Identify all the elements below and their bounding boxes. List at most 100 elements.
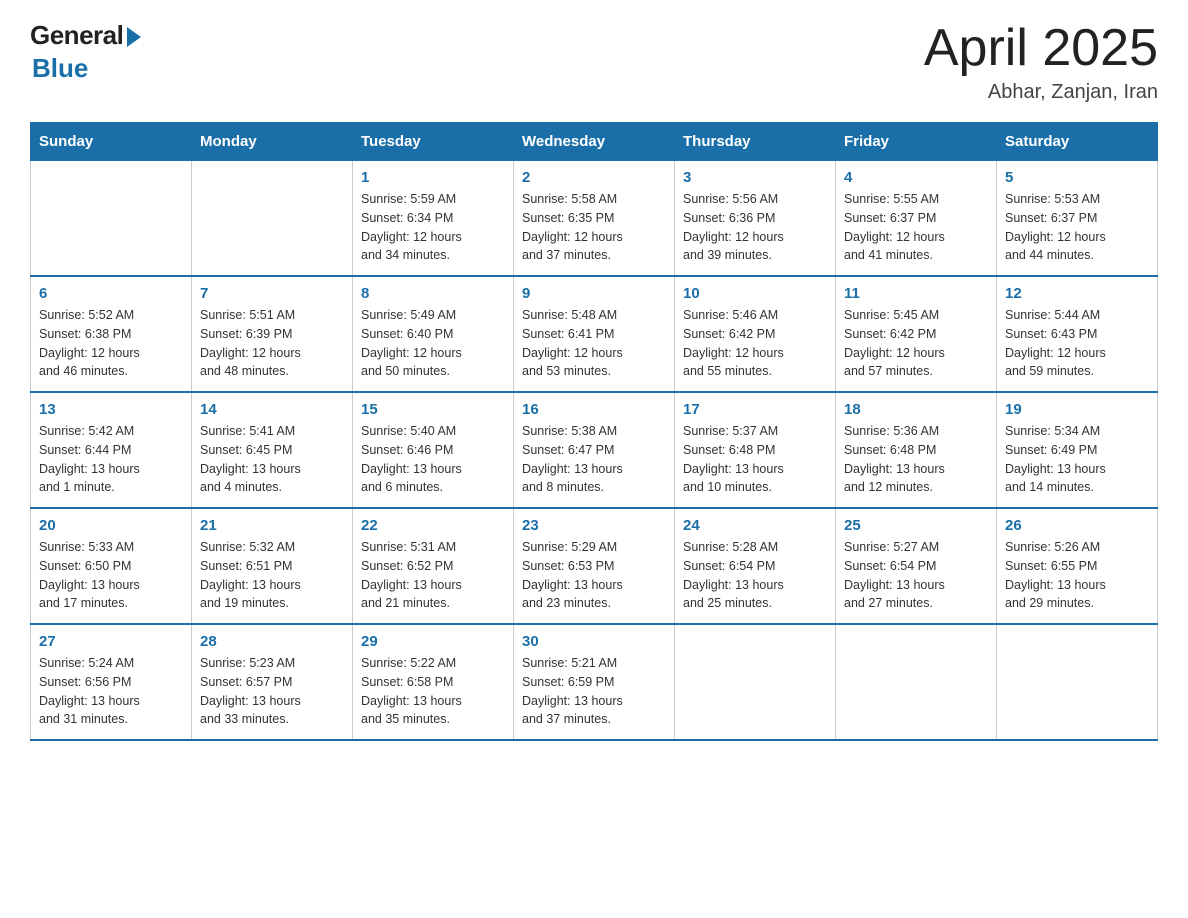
calendar-cell: 23Sunrise: 5:29 AM Sunset: 6:53 PM Dayli… [514, 508, 675, 624]
calendar-cell: 21 Sunrise: 5:32 AM Sunset: 6:51 PM Dayli… [192, 508, 353, 624]
calendar-cell [192, 161, 353, 277]
col-header-saturday: Saturday [997, 123, 1158, 161]
calendar-cell: 13Sunrise: 5:42 AM Sunset: 6:44 PM Dayli… [31, 392, 192, 508]
day-info: Sunrise: 5:45 AM Sunset: 6:42 PM Dayligh… [844, 306, 988, 381]
calendar-cell [675, 624, 836, 740]
calendar-cell: 27 Sunrise: 5:24 AM Sunset: 6:56 PM Dayli… [31, 624, 192, 740]
title-block: April 2025 Abhar, Zanjan, Iran [924, 20, 1158, 104]
logo-arrow-icon [127, 27, 141, 47]
calendar-cell: 17Sunrise: 5:37 AM Sunset: 6:48 PM Dayli… [675, 392, 836, 508]
calendar-cell: 26 Sunrise: 5:26 AM Sunset: 6:55 PM Dayli… [997, 508, 1158, 624]
calendar-cell: 2 Sunrise: 5:58 AM Sunset: 6:35 PM Daylig… [514, 161, 675, 277]
day-number: 22 [361, 517, 505, 534]
calendar-cell: 5 Sunrise: 5:53 AM Sunset: 6:37 PM Daylig… [997, 161, 1158, 277]
calendar-cell: 3 Sunrise: 5:56 AM Sunset: 6:36 PM Daylig… [675, 161, 836, 277]
day-info: Sunrise: 5:22 AM Sunset: 6:58 PM Dayligh… [361, 654, 505, 729]
calendar-cell: 16 Sunrise: 5:38 AM Sunset: 6:47 PM Dayli… [514, 392, 675, 508]
day-info: Sunrise: 5:51 AM Sunset: 6:39 PM Dayligh… [200, 306, 344, 381]
day-number: 26 [1005, 517, 1149, 534]
day-number: 1 [361, 169, 505, 186]
day-number: 29 [361, 633, 505, 650]
day-info: Sunrise: 5:23 AM Sunset: 6:57 PM Dayligh… [200, 654, 344, 729]
day-info: Sunrise: 5:46 AM Sunset: 6:42 PM Dayligh… [683, 306, 827, 381]
calendar-cell: 20 Sunrise: 5:33 AM Sunset: 6:50 PM Dayli… [31, 508, 192, 624]
day-info: Sunrise: 5:41 AM Sunset: 6:45 PM Dayligh… [200, 422, 344, 497]
day-info: Sunrise: 5:44 AM Sunset: 6:43 PM Dayligh… [1005, 306, 1149, 381]
calendar-cell: 19 Sunrise: 5:34 AM Sunset: 6:49 PM Dayli… [997, 392, 1158, 508]
day-info: Sunrise: 5:55 AM Sunset: 6:37 PM Dayligh… [844, 190, 988, 265]
calendar-cell: 15 Sunrise: 5:40 AM Sunset: 6:46 PM Dayli… [353, 392, 514, 508]
day-info: Sunrise: 5:33 AM Sunset: 6:50 PM Dayligh… [39, 538, 183, 613]
day-number: 11 [844, 285, 988, 302]
calendar-cell: 28 Sunrise: 5:23 AM Sunset: 6:57 PM Dayli… [192, 624, 353, 740]
day-number: 18 [844, 401, 988, 418]
day-info: Sunrise: 5:36 AM Sunset: 6:48 PM Dayligh… [844, 422, 988, 497]
day-number: 19 [1005, 401, 1149, 418]
day-number: 21 [200, 517, 344, 534]
col-header-wednesday: Wednesday [514, 123, 675, 161]
day-number: 2 [522, 169, 666, 186]
col-header-thursday: Thursday [675, 123, 836, 161]
day-info: Sunrise: 5:32 AM Sunset: 6:51 PM Dayligh… [200, 538, 344, 613]
day-info: Sunrise: 5:31 AM Sunset: 6:52 PM Dayligh… [361, 538, 505, 613]
calendar-cell: 8 Sunrise: 5:49 AM Sunset: 6:40 PM Daylig… [353, 276, 514, 392]
day-info: Sunrise: 5:21 AM Sunset: 6:59 PM Dayligh… [522, 654, 666, 729]
logo-blue-text: Blue [32, 53, 88, 84]
calendar-cell: 7Sunrise: 5:51 AM Sunset: 6:39 PM Daylig… [192, 276, 353, 392]
page-title: April 2025 [924, 20, 1158, 77]
day-number: 28 [200, 633, 344, 650]
day-number: 30 [522, 633, 666, 650]
calendar-cell [836, 624, 997, 740]
day-number: 12 [1005, 285, 1149, 302]
day-number: 20 [39, 517, 183, 534]
calendar-cell [997, 624, 1158, 740]
day-info: Sunrise: 5:59 AM Sunset: 6:34 PM Dayligh… [361, 190, 505, 265]
calendar-cell: 14Sunrise: 5:41 AM Sunset: 6:45 PM Dayli… [192, 392, 353, 508]
col-header-monday: Monday [192, 123, 353, 161]
day-number: 5 [1005, 169, 1149, 186]
day-info: Sunrise: 5:56 AM Sunset: 6:36 PM Dayligh… [683, 190, 827, 265]
day-info: Sunrise: 5:49 AM Sunset: 6:40 PM Dayligh… [361, 306, 505, 381]
calendar-cell: 24Sunrise: 5:28 AM Sunset: 6:54 PM Dayli… [675, 508, 836, 624]
col-header-tuesday: Tuesday [353, 123, 514, 161]
calendar-cell: 6 Sunrise: 5:52 AM Sunset: 6:38 PM Daylig… [31, 276, 192, 392]
day-number: 9 [522, 285, 666, 302]
day-info: Sunrise: 5:26 AM Sunset: 6:55 PM Dayligh… [1005, 538, 1149, 613]
day-number: 10 [683, 285, 827, 302]
calendar-cell: 30 Sunrise: 5:21 AM Sunset: 6:59 PM Dayli… [514, 624, 675, 740]
day-info: Sunrise: 5:29 AM Sunset: 6:53 PM Dayligh… [522, 538, 666, 613]
calendar-cell: 9Sunrise: 5:48 AM Sunset: 6:41 PM Daylig… [514, 276, 675, 392]
calendar-cell: 1 Sunrise: 5:59 AM Sunset: 6:34 PM Daylig… [353, 161, 514, 277]
col-header-sunday: Sunday [31, 123, 192, 161]
day-number: 8 [361, 285, 505, 302]
page-header: General Blue April 2025 Abhar, Zanjan, I… [30, 20, 1158, 104]
day-number: 24 [683, 517, 827, 534]
calendar-table: SundayMondayTuesdayWednesdayThursdayFrid… [30, 122, 1158, 741]
calendar-cell: 12 Sunrise: 5:44 AM Sunset: 6:43 PM Dayli… [997, 276, 1158, 392]
day-info: Sunrise: 5:34 AM Sunset: 6:49 PM Dayligh… [1005, 422, 1149, 497]
day-info: Sunrise: 5:40 AM Sunset: 6:46 PM Dayligh… [361, 422, 505, 497]
calendar-cell: 4Sunrise: 5:55 AM Sunset: 6:37 PM Daylig… [836, 161, 997, 277]
day-number: 15 [361, 401, 505, 418]
day-info: Sunrise: 5:24 AM Sunset: 6:56 PM Dayligh… [39, 654, 183, 729]
day-info: Sunrise: 5:58 AM Sunset: 6:35 PM Dayligh… [522, 190, 666, 265]
calendar-cell: 25Sunrise: 5:27 AM Sunset: 6:54 PM Dayli… [836, 508, 997, 624]
logo: General Blue [30, 20, 141, 84]
calendar-cell: 18 Sunrise: 5:36 AM Sunset: 6:48 PM Dayli… [836, 392, 997, 508]
calendar-cell: 29 Sunrise: 5:22 AM Sunset: 6:58 PM Dayli… [353, 624, 514, 740]
day-number: 25 [844, 517, 988, 534]
calendar-cell: 10 Sunrise: 5:46 AM Sunset: 6:42 PM Dayli… [675, 276, 836, 392]
day-number: 3 [683, 169, 827, 186]
day-number: 16 [522, 401, 666, 418]
day-info: Sunrise: 5:37 AM Sunset: 6:48 PM Dayligh… [683, 422, 827, 497]
calendar-cell: 11 Sunrise: 5:45 AM Sunset: 6:42 PM Dayli… [836, 276, 997, 392]
col-header-friday: Friday [836, 123, 997, 161]
logo-general-text: General [30, 20, 123, 51]
page-subtitle: Abhar, Zanjan, Iran [924, 81, 1158, 104]
day-info: Sunrise: 5:53 AM Sunset: 6:37 PM Dayligh… [1005, 190, 1149, 265]
day-number: 6 [39, 285, 183, 302]
day-number: 27 [39, 633, 183, 650]
day-info: Sunrise: 5:52 AM Sunset: 6:38 PM Dayligh… [39, 306, 183, 381]
day-info: Sunrise: 5:42 AM Sunset: 6:44 PM Dayligh… [39, 422, 183, 497]
day-info: Sunrise: 5:38 AM Sunset: 6:47 PM Dayligh… [522, 422, 666, 497]
